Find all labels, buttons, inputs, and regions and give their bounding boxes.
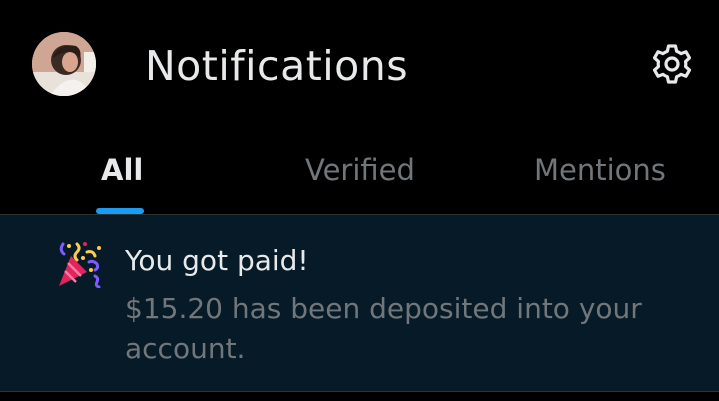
notification-tabs: All Verified Mentions	[0, 134, 719, 214]
tab-mentions[interactable]: Mentions	[480, 134, 719, 214]
avatar[interactable]	[32, 32, 96, 96]
notification-divider	[0, 391, 719, 392]
page-title: Notifications	[145, 42, 409, 90]
notification-title: You got paid!	[125, 244, 309, 277]
gear-icon[interactable]	[648, 40, 696, 88]
party-popper-icon	[55, 240, 103, 289]
notification-item[interactable]: You got paid! $15.20 has been deposited …	[0, 215, 719, 391]
tab-all-label: All	[101, 153, 144, 187]
tab-verified[interactable]: Verified	[240, 134, 480, 214]
tab-mentions-label: Mentions	[534, 153, 666, 187]
notification-body: $15.20 has been deposited into your acco…	[125, 292, 642, 365]
tab-verified-label: Verified	[305, 153, 415, 187]
header: Notifications	[0, 0, 719, 134]
tab-all[interactable]: All	[0, 134, 240, 214]
avatar-photo	[32, 32, 96, 96]
notifications-page: Notifications All Verified Mentions You …	[0, 0, 719, 401]
